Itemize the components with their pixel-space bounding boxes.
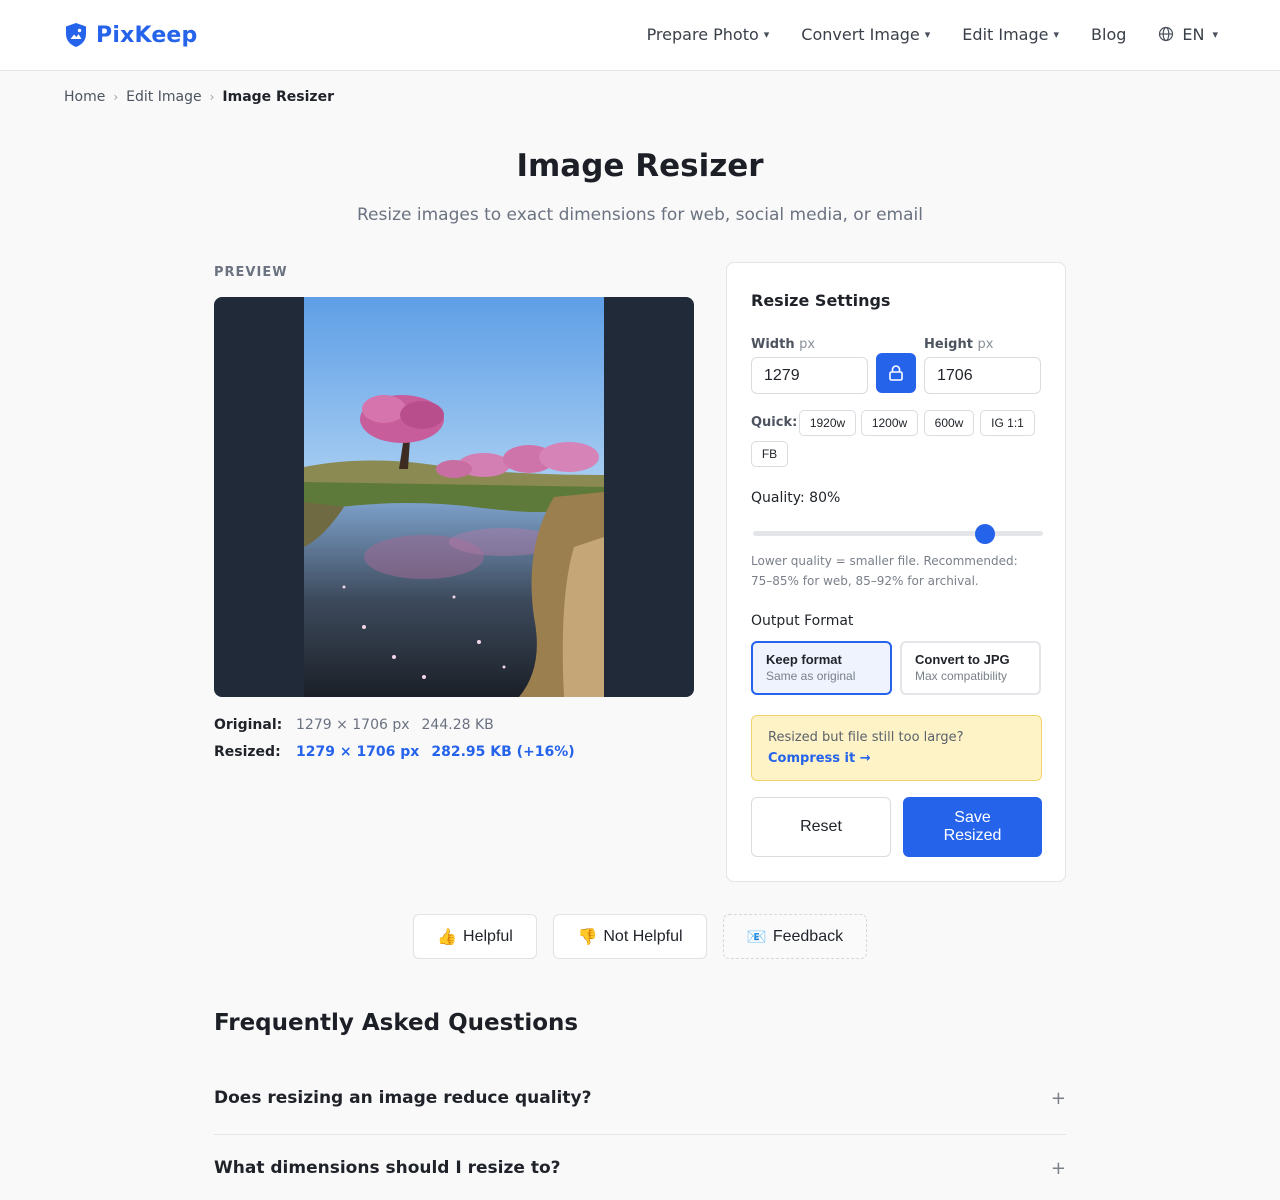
settings-title: Resize Settings xyxy=(751,291,891,310)
preset-ig-button[interactable]: IG 1:1 xyxy=(980,410,1035,436)
site-header: PixKeep Prepare Photo ▾ Convert Image ▾ … xyxy=(0,0,1280,71)
quality-label: Quality: 80% xyxy=(751,490,841,506)
preset-600w-button[interactable]: 600w xyxy=(924,410,974,436)
lock-icon xyxy=(889,365,903,381)
globe-icon xyxy=(1159,26,1174,42)
size-stats: Original: 1279 × 1706 px 244.28 KB Resiz… xyxy=(214,711,575,765)
nav-label: Convert Image xyxy=(801,24,920,44)
preset-fb-button[interactable]: FB xyxy=(751,441,788,467)
faq-question: Does resizing an image reduce quality? xyxy=(214,1088,592,1108)
resized-stats: Resized: 1279 × 1706 px 282.95 KB (+16%) xyxy=(214,738,575,765)
language-code: EN xyxy=(1182,24,1205,44)
breadcrumb-home[interactable]: Home xyxy=(64,89,105,105)
caret-down-icon: ▾ xyxy=(1053,27,1060,41)
caret-down-icon: ▾ xyxy=(924,27,931,41)
email-icon: 📧 xyxy=(746,928,767,946)
compress-notice: Resized but file still too large? Compre… xyxy=(751,715,1042,781)
format-name: Convert to JPG xyxy=(915,652,1010,667)
breadcrumb-current: Image Resizer xyxy=(222,89,334,105)
quality-slider-track[interactable] xyxy=(753,531,1043,536)
page-title: Image Resizer xyxy=(516,148,764,184)
quality-slider-thumb[interactable] xyxy=(975,524,995,544)
nav-label: Edit Image xyxy=(962,24,1049,44)
reset-button[interactable]: Reset xyxy=(751,797,891,857)
plus-icon: + xyxy=(1050,1158,1066,1179)
faq-item[interactable]: What dimensions should I resize to? + xyxy=(214,1158,1066,1200)
resized-file-size: 282.95 KB (+16%) xyxy=(431,743,575,760)
faq-title: Frequently Asked Questions xyxy=(214,1010,579,1036)
main-nav: Prepare Photo ▾ Convert Image ▾ Edit Ima… xyxy=(647,22,1218,46)
save-resized-button[interactable]: Save Resized xyxy=(903,797,1042,857)
not-helpful-label: Not Helpful xyxy=(603,927,683,945)
faq-divider xyxy=(214,1134,1066,1135)
format-jpg-option[interactable]: Convert to JPG Max compatibility xyxy=(900,641,1041,695)
image-preview xyxy=(214,297,694,697)
notice-text: Resized but file still too large? xyxy=(768,730,964,745)
brand-name: PixKeep xyxy=(96,22,198,48)
preset-1200w-button[interactable]: 1200w xyxy=(861,410,918,436)
caret-down-icon: ▾ xyxy=(1212,27,1218,41)
original-dimensions: 1279 × 1706 px xyxy=(296,716,410,733)
helpful-label: Helpful xyxy=(463,927,513,945)
height-label-text: Height xyxy=(924,337,973,352)
compress-link[interactable]: Compress it → xyxy=(768,751,871,766)
resized-label: Resized: xyxy=(214,743,281,760)
preset-1920w-button[interactable]: 1920w xyxy=(799,410,856,436)
original-file-size: 244.28 KB xyxy=(421,716,494,733)
nav-convert-image[interactable]: Convert Image ▾ xyxy=(801,22,930,46)
logo[interactable]: PixKeep xyxy=(64,20,198,50)
width-label-text: Width xyxy=(751,337,795,352)
thumbs-up-icon: 👍 xyxy=(437,928,458,946)
breadcrumb-separator: › xyxy=(209,90,215,104)
format-desc: Max compatibility xyxy=(915,669,1008,683)
preview-photo xyxy=(304,297,604,697)
width-label: Width px xyxy=(751,337,815,352)
breadcrumb-edit-image[interactable]: Edit Image xyxy=(126,89,201,105)
breadcrumb-separator: › xyxy=(113,90,119,104)
preview-label: PREVIEW xyxy=(214,265,288,280)
not-helpful-button[interactable]: 👎 Not Helpful xyxy=(553,914,707,959)
feedback-label: Feedback xyxy=(772,927,844,945)
format-keep-option[interactable]: Keep format Same as original xyxy=(751,641,892,695)
output-format-label: Output Format xyxy=(751,613,854,629)
width-input[interactable]: 1279 xyxy=(751,357,868,394)
feedback-button[interactable]: 📧 Feedback xyxy=(723,914,867,959)
nav-edit-image[interactable]: Edit Image ▾ xyxy=(962,22,1059,46)
original-stats: Original: 1279 × 1706 px 244.28 KB xyxy=(214,711,575,738)
format-name: Keep format xyxy=(766,652,842,667)
nav-label: Blog xyxy=(1091,24,1127,44)
quick-label: Quick: xyxy=(751,415,798,430)
height-input[interactable]: 1706 xyxy=(924,357,1041,394)
quality-help-text: Lower quality = smaller file. Recommende… xyxy=(751,554,1018,588)
helpful-button[interactable]: 👍 Helpful xyxy=(413,914,537,959)
resize-settings-panel: Resize Settings Width px 1279 Height px … xyxy=(726,262,1066,882)
width-unit: px xyxy=(799,337,816,352)
faq-question: What dimensions should I resize to? xyxy=(214,1158,561,1178)
language-selector[interactable]: EN ▾ xyxy=(1158,22,1218,46)
nav-prepare-photo[interactable]: Prepare Photo ▾ xyxy=(647,22,770,46)
page-subtitle: Resize images to exact dimensions for we… xyxy=(357,205,923,225)
thumbs-down-icon: 👎 xyxy=(577,928,598,946)
plus-icon: + xyxy=(1050,1088,1066,1109)
height-label: Height px xyxy=(924,337,993,352)
format-desc: Same as original xyxy=(766,669,856,683)
shield-logo-icon xyxy=(66,23,86,47)
faq-item[interactable]: Does resizing an image reduce quality? + xyxy=(214,1088,1066,1158)
nav-blog[interactable]: Blog xyxy=(1091,22,1126,46)
original-label: Original: xyxy=(214,716,283,733)
resized-dimensions: 1279 × 1706 px xyxy=(296,743,420,760)
caret-down-icon: ▾ xyxy=(763,27,770,41)
nav-label: Prepare Photo xyxy=(646,24,759,44)
breadcrumb: Home › Edit Image › Image Resizer xyxy=(64,89,334,105)
height-unit: px xyxy=(977,337,994,352)
aspect-lock-button[interactable] xyxy=(876,353,916,393)
